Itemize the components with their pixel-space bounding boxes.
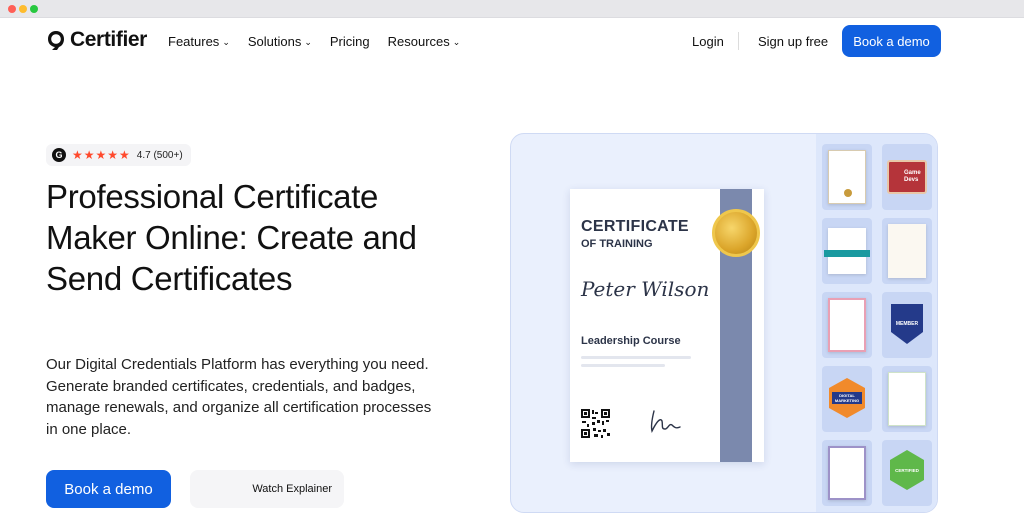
gold-seal-icon: [712, 209, 760, 257]
certificate-preview: CERTIFICATE OF TRAINING Peter Wilson Lea…: [570, 189, 764, 462]
thumbnail-card: [888, 224, 926, 278]
thumbnail-game-devs-badge[interactable]: Game Devs: [882, 144, 932, 210]
top-navigation: Certifier Features ⌄ Solutions ⌄ Pricing…: [0, 18, 1024, 64]
qr-code-icon: [581, 409, 610, 438]
g2-logo-icon: G: [52, 148, 66, 162]
menu-item-resources[interactable]: Resources ⌄: [388, 34, 461, 49]
watch-explainer-button[interactable]: Watch Explainer: [190, 470, 344, 508]
thumbnail-card: [824, 228, 870, 274]
book-demo-button[interactable]: Book a demo: [46, 470, 171, 508]
thumbnail-card: [828, 446, 866, 500]
login-link[interactable]: Login: [692, 34, 724, 49]
maximize-window-dot[interactable]: [30, 5, 38, 13]
signup-link[interactable]: Sign up free: [758, 34, 828, 49]
thumbnail-purple-certificate[interactable]: [822, 440, 872, 506]
thumbnail-card: [828, 150, 866, 204]
menu-item-solutions[interactable]: Solutions ⌄: [248, 34, 312, 49]
chevron-down-icon: ⌄: [452, 37, 461, 47]
thumbnail-shield-shape: MEMBER: [891, 304, 923, 344]
menu-item-features[interactable]: Features ⌄: [168, 34, 230, 49]
menu-item-pricing[interactable]: Pricing: [330, 34, 370, 49]
thumbnail-badge-text: MEMBER: [895, 321, 919, 327]
browser-chrome: [0, 0, 1024, 18]
hero-headline: Professional Certificate Maker Online: C…: [46, 178, 417, 297]
thumbnail-green-certificate[interactable]: [882, 366, 932, 432]
certificate-subtitle: OF TRAINING: [581, 238, 653, 250]
thumbnail-card: [888, 372, 926, 426]
thumbnail-teal-certificate[interactable]: [822, 218, 872, 284]
thumbnail-member-badge[interactable]: MEMBER: [882, 292, 932, 358]
hero-subtext: Our Digital Credentials Platform has eve…: [46, 356, 432, 438]
thumbnail-seal: [844, 189, 852, 197]
thumbnail-pink-border-certificate[interactable]: [822, 292, 872, 358]
menu-item-label: Features: [168, 34, 220, 49]
thumbnail-badge-text: CERTIFIED: [895, 467, 919, 473]
thumbnail-digital-marketing-badge[interactable]: DIGITAL MARKETING: [822, 366, 872, 432]
placeholder-line: [581, 364, 665, 367]
certifier-logo-icon: [48, 31, 64, 50]
menu-item-label: Resources: [387, 34, 450, 49]
menu-item-label: Solutions: [247, 34, 302, 49]
main-menu: Features ⌄ Solutions ⌄ Pricing Resources…: [168, 34, 478, 49]
thumbnail-hexagon-shape: DIGITAL MARKETING: [829, 378, 865, 418]
star-rating-icons: ★★★★★: [72, 148, 131, 162]
certificate-recipient: Peter Wilson: [581, 277, 710, 301]
signature-icon: [650, 410, 681, 434]
certifier-logo[interactable]: Certifier: [46, 28, 147, 52]
placeholder-line: [581, 356, 691, 359]
thumbnail-certified-badge[interactable]: CERTIFIED: [882, 440, 932, 506]
thumbnail-ribbon: [824, 250, 870, 257]
nav-divider: [738, 32, 739, 50]
logo-text: Certifier: [70, 28, 147, 51]
certificate-title: CERTIFICATE: [581, 218, 689, 235]
thumbnail-classic-certificate[interactable]: [822, 144, 872, 210]
chevron-down-icon: ⌄: [304, 37, 312, 47]
thumbnail-plain-certificate[interactable]: [882, 218, 932, 284]
chevron-down-icon: ⌄: [222, 37, 230, 47]
book-demo-nav-button[interactable]: Book a demo: [842, 25, 941, 57]
thumbnail-badge-text: DIGITAL MARKETING: [832, 392, 862, 404]
g2-rating-badge[interactable]: G ★★★★★ 4.7 (500+): [46, 144, 191, 166]
thumbnail-card: [828, 298, 866, 352]
close-window-dot[interactable]: [8, 5, 16, 13]
thumbnail-hexagon-shape: CERTIFIED: [890, 450, 924, 490]
minimize-window-dot[interactable]: [19, 5, 27, 13]
certificate-preview-panel: CERTIFICATE OF TRAINING Peter Wilson Lea…: [510, 133, 938, 513]
menu-item-label: Pricing: [329, 34, 370, 49]
thumbnail-badge-text: Game Devs: [904, 170, 921, 183]
landing-page: Certifier Features ⌄ Solutions ⌄ Pricing…: [0, 18, 1024, 513]
certificate-course: Leadership Course: [581, 335, 681, 347]
thumbnail-badge-shape: Game Devs: [887, 160, 927, 194]
rating-text: 4.7 (500+): [136, 149, 183, 161]
certificate-thumbnails: Game Devs MEMBER DIGITAL MARKETING CERTI…: [816, 134, 937, 512]
